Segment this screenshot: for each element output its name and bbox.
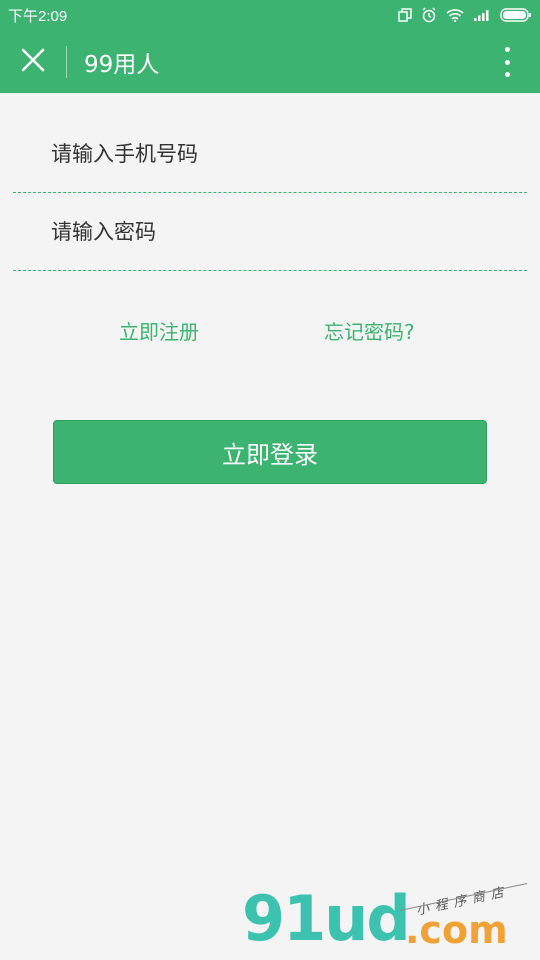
- phone-field-row: [13, 115, 527, 193]
- alarm-icon: [421, 7, 437, 23]
- wifi-icon: [446, 8, 464, 22]
- phone-input[interactable]: [13, 141, 527, 166]
- watermark-brand: 91ud: [242, 882, 411, 955]
- battery-icon: [500, 8, 532, 22]
- nav-bar: 99用人: [0, 30, 540, 93]
- login-button[interactable]: 立即登录: [53, 420, 487, 484]
- status-icons: [398, 7, 532, 23]
- status-time: 下午2:09: [8, 7, 68, 25]
- page-title: 99用人: [84, 51, 160, 78]
- password-field-row: [13, 193, 527, 271]
- signal-icon: [473, 8, 491, 22]
- register-link[interactable]: 立即注册: [119, 316, 199, 345]
- password-input[interactable]: [13, 219, 527, 244]
- status-bar: 下午2:09: [0, 0, 540, 30]
- copy-icon: [398, 8, 412, 22]
- close-button[interactable]: [0, 30, 66, 93]
- watermark-logo: 91ud .com 小程序商店: [240, 880, 540, 960]
- more-vertical-icon: [504, 47, 510, 52]
- nav-divider: [66, 45, 67, 78]
- forgot-password-link[interactable]: 忘记密码?: [324, 316, 415, 345]
- more-button[interactable]: [492, 45, 522, 79]
- close-icon: [21, 48, 45, 76]
